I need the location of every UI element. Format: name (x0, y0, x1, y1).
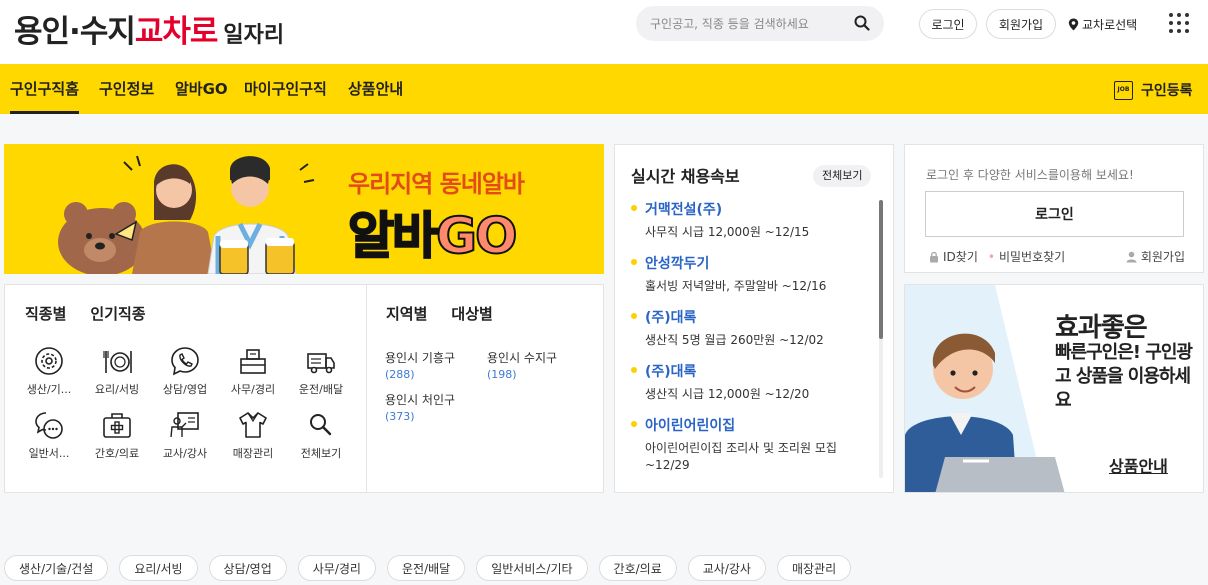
medical-icon (103, 413, 131, 438)
category-chip[interactable]: 사무/경리 (297, 555, 376, 581)
category-chip[interactable]: 요리/서빙 (119, 555, 198, 581)
logo-part1: 용인·수지 (14, 14, 136, 50)
tab-by-region[interactable]: 지역별 (386, 303, 428, 324)
all-menu-grid-icon[interactable] (1169, 13, 1189, 33)
region-list: 용인시 기흥구 (288) 용인시 수지구 (198) 용인시 처인구 (373… (385, 349, 590, 423)
category-grid: 생산/기... 요리/서빙 상담/영업 사무/경리 운전/배달 일반서... 간… (15, 345, 355, 461)
nav-item-my[interactable]: 마이구인구직 (244, 64, 327, 114)
category-tabs: 직종별 인기직종 (25, 303, 170, 324)
gear-icon (35, 347, 63, 375)
category-item[interactable]: 매장관리 (219, 409, 287, 461)
location-select[interactable]: 교차로선택 (1068, 9, 1137, 39)
category-chip[interactable]: 매장관리 (776, 555, 852, 581)
banner-big-part2: GO (435, 206, 519, 266)
region-item[interactable]: 용인시 기흥구 (288) (385, 349, 487, 381)
nav-item-albago[interactable]: 알바GO (175, 64, 228, 114)
category-item[interactable]: 일반서... (15, 409, 83, 461)
teacher-icon (170, 412, 199, 438)
banner-title: 우리지역 동네알바 (348, 170, 525, 198)
nav-item-home[interactable]: 구인구직홈 (10, 64, 80, 114)
banner-big-part1: 알바 (347, 206, 439, 266)
phone-icon (171, 347, 199, 376)
tab-by-job[interactable]: 직종별 (25, 303, 67, 324)
realtime-scrollbar[interactable] (879, 200, 883, 478)
dish-icon (103, 351, 132, 373)
category-item[interactable]: 요리/서빙 (83, 345, 151, 397)
category-chip[interactable]: 생산/기술/건설 (4, 555, 109, 581)
truck-icon (307, 353, 335, 374)
login-box: 로그인 후 다양한 서비스를이용해 보세요! 로그인 ID찾기 • 비밀번호찾기… (904, 144, 1204, 273)
shirt-icon (239, 412, 267, 438)
category-chip[interactable]: 일반서비스/기타 (476, 555, 588, 581)
category-panel: 직종별 인기직종 생산/기... 요리/서빙 상담/영업 사무/경리 운전/배달… (4, 284, 604, 493)
location-label: 교차로선택 (1082, 17, 1138, 32)
job-category-chips: 생산/기술/건설 요리/서빙 상담/영업 사무/경리 운전/배달 일반서비스/기… (4, 555, 862, 581)
region-tabs: 지역별 대상별 (386, 303, 517, 324)
ad-headline: 효과좋은 (1055, 313, 1148, 343)
category-item[interactable]: 운전/배달 (287, 345, 355, 397)
user-icon (1126, 251, 1137, 262)
category-item[interactable]: 사무/경리 (219, 345, 287, 397)
category-item[interactable]: 전체보기 (287, 409, 355, 461)
ad-subtext: 빠른구인은! 구인광고 상품을 이용하세요 (1055, 342, 1193, 411)
logo-part2: 교차로 (134, 14, 219, 50)
tab-popular-jobs[interactable]: 인기직종 (90, 303, 145, 324)
panel-divider (366, 285, 367, 492)
realtime-view-all-button[interactable]: 전체보기 (813, 165, 872, 187)
header-join-button[interactable]: 회원가입 (986, 9, 1056, 39)
category-chip[interactable]: 간호/의료 (598, 555, 677, 581)
banner-illustration (58, 155, 315, 274)
product-ad-banner[interactable]: 효과좋은 빠른구인은! 구인광고 상품을 이용하세요 상품안내 (904, 284, 1204, 493)
category-chip[interactable]: 교사/강사 (687, 555, 766, 581)
job-register-button[interactable]: JOB 구인등록 (1114, 79, 1193, 101)
category-item[interactable]: 간호/의료 (83, 409, 151, 461)
realtime-jobs-panel: 실시간 채용속보 전체보기 거맥전설(주) 사무직 시급 12,000원 ~12… (614, 144, 894, 493)
search-icon[interactable] (854, 15, 870, 31)
search-icon (310, 414, 332, 436)
list-item[interactable]: 안성깍두기 홀서빙 저녁알바, 주말알바 ~12/16 (631, 253, 871, 307)
main-nav: 구인구직홈 구인정보 알바GO 마이구인구직 상품안내 JOB 구인등록 (0, 64, 1208, 114)
nav-item-jobs[interactable]: 구인정보 (99, 64, 154, 114)
location-pin-icon (1068, 18, 1079, 30)
list-item[interactable]: 아이린어린이집 아이린어린이집 조리사 및 조리원 모집 ~12/29 (631, 415, 871, 472)
region-item[interactable]: 용인시 수지구 (198) (487, 349, 589, 381)
header: 용인·수지 교차로 일자리 로그인 회원가입 교차로선택 (0, 0, 1208, 64)
category-chip[interactable]: 상담/영업 (208, 555, 287, 581)
login-links: ID찾기 • 비밀번호찾기 회원가입 (929, 248, 1185, 265)
list-item[interactable]: 거맥전설(주) 사무직 시급 12,000원 ~12/15 (631, 199, 871, 253)
find-id-link[interactable]: ID찾기 (929, 248, 978, 265)
realtime-title: 실시간 채용속보 (631, 167, 740, 186)
tab-by-target[interactable]: 대상별 (451, 303, 492, 324)
login-message: 로그인 후 다양한 서비스를이용해 보세요! (926, 168, 1134, 182)
office-icon (240, 349, 266, 374)
scrollbar-thumb[interactable] (879, 200, 883, 339)
site-logo[interactable]: 용인·수지 교차로 일자리 (14, 6, 285, 50)
realtime-list: 거맥전설(주) 사무직 시급 12,000원 ~12/15 안성깍두기 홀서빙 … (631, 199, 871, 472)
logo-part3: 일자리 (223, 23, 285, 48)
search-input[interactable] (650, 16, 846, 31)
nav-item-products[interactable]: 상품안내 (348, 64, 403, 114)
find-password-link[interactable]: • 비밀번호찾기 (988, 248, 1065, 265)
header-login-button[interactable]: 로그인 (919, 9, 977, 39)
region-item[interactable]: 용인시 처인구 (373) (385, 391, 487, 423)
ad-product-link[interactable]: 상품안내 (1109, 453, 1168, 477)
category-chip[interactable]: 운전/배달 (386, 555, 466, 581)
list-item[interactable]: (주)대록 생산직 5명 월급 260만원 ~12/02 (631, 307, 871, 361)
join-link[interactable]: 회원가입 (1126, 248, 1185, 265)
list-item[interactable]: (주)대록 생산직 시급 12,000원 ~12/20 (631, 361, 871, 415)
albago-banner[interactable]: 우리지역 동네알바 알바GO (4, 144, 604, 274)
category-item[interactable]: 생산/기... (15, 345, 83, 397)
dot-icon: • (987, 249, 995, 264)
lock-icon (930, 251, 938, 262)
job-register-label: 구인등록 (1141, 83, 1193, 99)
login-button[interactable]: 로그인 (925, 191, 1184, 237)
category-item[interactable]: 교사/강사 (151, 409, 219, 461)
category-item[interactable]: 상담/영업 (151, 345, 219, 397)
job-icon: JOB (1114, 80, 1133, 100)
search-box (636, 6, 884, 41)
chat-icon (35, 412, 63, 439)
banner-big-title: 알바GO (347, 196, 519, 268)
